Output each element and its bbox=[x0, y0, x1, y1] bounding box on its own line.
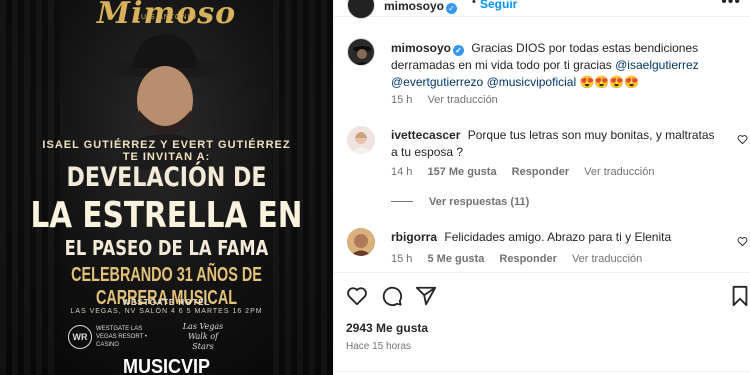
comment-avatar-image bbox=[347, 126, 375, 154]
caption-emojis: 😍😍😍😍 bbox=[579, 75, 640, 89]
reply-button[interactable]: Responder bbox=[512, 166, 569, 178]
caption-avatar-image bbox=[353, 46, 371, 65]
translate-link[interactable]: Ver traducción bbox=[584, 166, 654, 178]
comment-icon[interactable] bbox=[381, 285, 403, 307]
walk-of-stars-logo: Las Vegas Walk of Stars bbox=[182, 322, 224, 351]
westgate-badge: WR bbox=[68, 325, 92, 349]
poster-venue: WESTGATE HOTEL bbox=[122, 298, 211, 307]
comment-row: rbigorra Felicidades amigo. Abrazo para … bbox=[391, 229, 716, 246]
comment-avatar[interactable] bbox=[347, 126, 375, 154]
heart-icon[interactable] bbox=[346, 285, 368, 307]
comment-row: ivettecascer Porque tus letras son muy b… bbox=[391, 127, 716, 161]
verified-badge-icon: ✓ bbox=[453, 45, 465, 56]
view-replies-label[interactable]: Ver respuestas (11) bbox=[429, 196, 529, 208]
view-replies-button[interactable]: Ver respuestas (11) bbox=[391, 196, 529, 208]
reply-button[interactable]: Responder bbox=[499, 253, 556, 265]
westgate-logo: WR WESTGATE LAS VEGAS RESORT • CASINO bbox=[68, 325, 158, 349]
poster-headline2: LA ESTRELLA EN bbox=[30, 195, 303, 236]
poster-invite-line1: ISAEL GUTIÉRREZ Y EVERT GUTIÉRREZ bbox=[42, 139, 291, 151]
post-image[interactable]: Mimoso LUIS ANTONIO ISAEL GUTIÉRREZ Y EV… bbox=[0, 0, 333, 375]
caption-meta: 15 h Ver traducción bbox=[391, 94, 510, 106]
verified-badge-icon: ✓ bbox=[446, 3, 458, 14]
post-actions: 2943 Me gusta Hace 15 horas bbox=[334, 272, 750, 375]
comment-like-heart-icon[interactable] bbox=[737, 236, 748, 247]
comment-username[interactable]: ivettecascer bbox=[391, 128, 460, 142]
comment-avatar-image bbox=[347, 228, 375, 256]
caption-username-text[interactable]: mimosoyo bbox=[391, 41, 451, 55]
caption-time[interactable]: 15 h bbox=[391, 94, 412, 106]
comment-likes[interactable]: 5 Me gusta bbox=[427, 253, 484, 265]
caption-username[interactable]: mimosoyo ✓ bbox=[391, 41, 465, 56]
poster-venue-details: LAS VEGAS, NV SALÓN 4 6 5 MARTES 16 2PM bbox=[70, 308, 263, 315]
author-name[interactable]: mimosoyo ✓ bbox=[384, 0, 458, 15]
follow-button[interactable]: Seguir bbox=[480, 0, 517, 11]
westgate-text: WESTGATE LAS VEGAS RESORT • CASINO bbox=[96, 326, 147, 348]
more-options-icon[interactable]: ••• bbox=[721, 0, 741, 11]
comment-meta: 15 h 5 Me gusta Responder Ver traducción bbox=[391, 253, 654, 265]
share-icon[interactable] bbox=[415, 285, 437, 307]
comment-avatar[interactable] bbox=[347, 228, 375, 256]
caption: mimosoyo ✓ Gracias DIOS por todas estas b… bbox=[391, 40, 731, 91]
poster-headline3: EL PASEO DE LA FAMA bbox=[64, 236, 269, 260]
comment-meta: 14 h 157 Me gusta Responder Ver traducci… bbox=[391, 166, 667, 178]
post-header: mimosoyo ✓ • Seguir ••• bbox=[334, 0, 750, 19]
replies-line bbox=[391, 201, 413, 202]
poster-logo-sub: LUIS ANTONIO bbox=[136, 14, 197, 21]
mention-link[interactable]: @musicvipoficial bbox=[487, 75, 577, 89]
post-likes-count[interactable]: 2943 Me gusta bbox=[346, 321, 428, 335]
mention-link[interactable]: @isaelgutierrez bbox=[615, 58, 699, 72]
bookmark-icon[interactable] bbox=[729, 285, 750, 307]
header-separator: • bbox=[472, 0, 476, 8]
translate-link[interactable]: Ver traducción bbox=[427, 94, 497, 106]
translate-link[interactable]: Ver traducción bbox=[572, 253, 642, 265]
author-avatar[interactable] bbox=[347, 0, 375, 19]
post-timestamp[interactable]: Hace 15 horas bbox=[346, 341, 411, 352]
caption-avatar[interactable] bbox=[347, 38, 375, 66]
mention-link[interactable]: @evertgutierrezo bbox=[391, 75, 483, 89]
comment-username[interactable]: rbigorra bbox=[391, 230, 437, 244]
author-username[interactable]: mimosoyo bbox=[384, 0, 444, 13]
comment-time[interactable]: 14 h bbox=[391, 166, 412, 178]
add-comment-area[interactable] bbox=[334, 371, 750, 375]
post-side-panel: mimosoyo ✓ • Seguir ••• mimosoyo ✓ Gracias… bbox=[333, 0, 750, 375]
comment-like-heart-icon[interactable] bbox=[737, 134, 748, 145]
comment-time[interactable]: 15 h bbox=[391, 253, 412, 265]
poster-bottom-brand: MUSICVIP bbox=[122, 356, 211, 375]
comment-text: Felicidades amigo. Abrazo para ti y Elen… bbox=[444, 230, 672, 244]
poster-headline1: DEVELACIÓN DE bbox=[66, 162, 267, 193]
comment-likes[interactable]: 157 Me gusta bbox=[427, 166, 496, 178]
